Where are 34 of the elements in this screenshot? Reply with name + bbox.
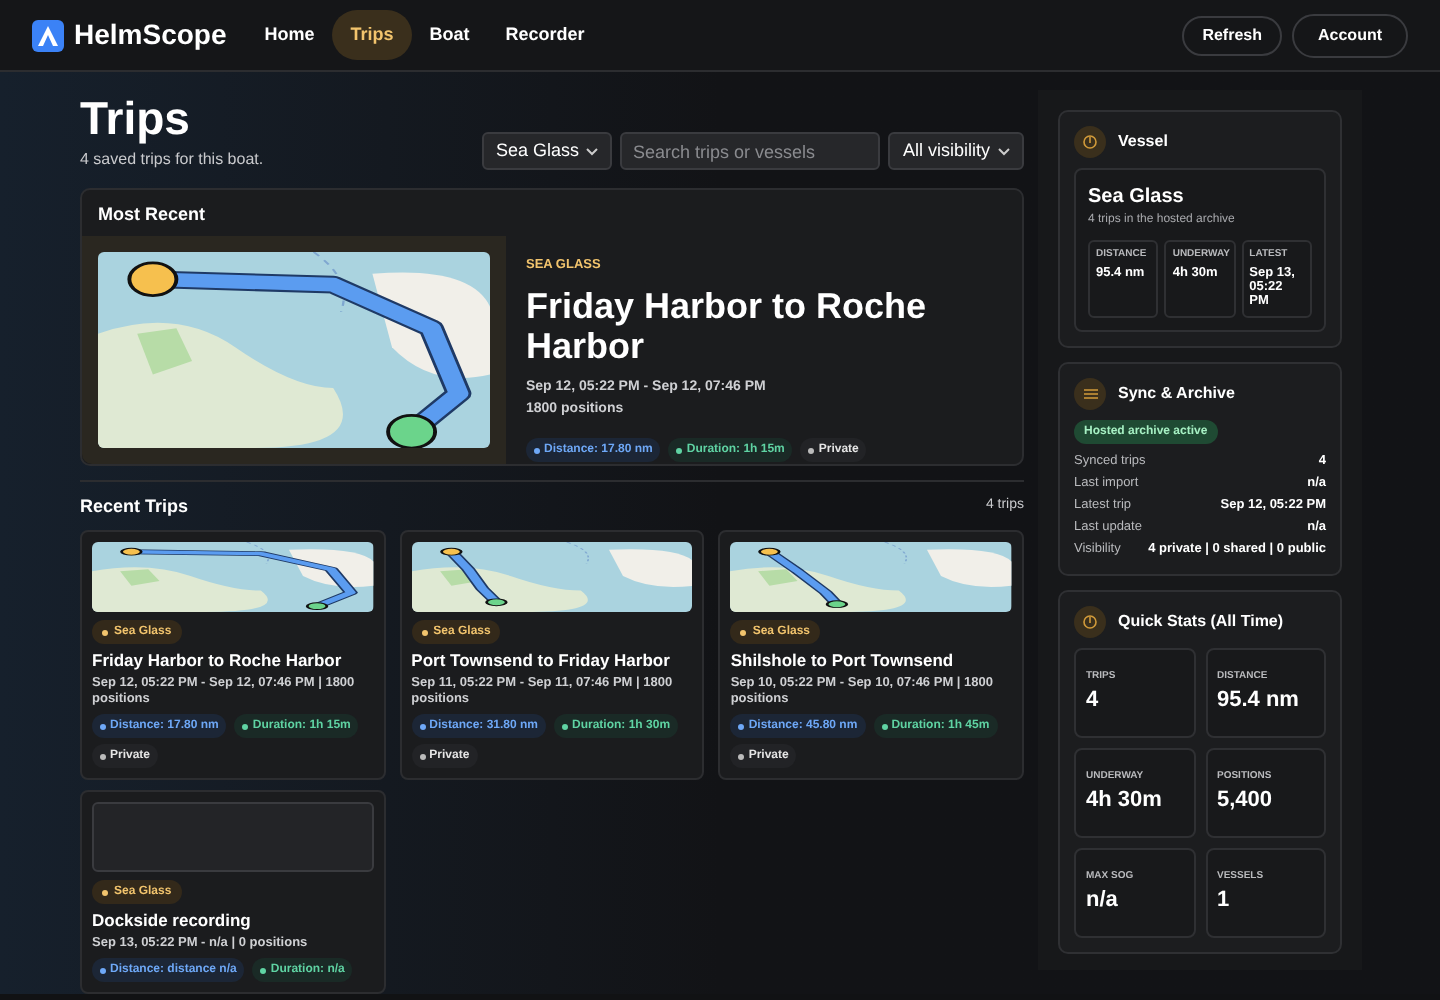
- nav-tab[interactable]: Trips: [332, 9, 412, 61]
- caret-icon: [998, 147, 1010, 155]
- list-icon: [1074, 378, 1106, 410]
- stat-value: 95.4 nm: [1217, 686, 1301, 716]
- stat-value: 1: [1217, 886, 1232, 916]
- page-title: Trips: [80, 92, 192, 144]
- power-icon: [1074, 126, 1106, 158]
- brand-name: HelmScope: [74, 16, 227, 54]
- trip-title: Friday Harbor to Roche Harbor: [526, 286, 929, 367]
- panel-heading: Sync & Archive: [1118, 382, 1235, 406]
- trip-title: Port Townsend to Friday Harbor: [411, 650, 672, 670]
- nav-button[interactable]: Refresh: [1182, 15, 1282, 55]
- caret-icon: [586, 147, 599, 155]
- stat-value: 5,400: [1217, 786, 1275, 816]
- dropdown[interactable]: All visibility: [888, 132, 1024, 170]
- nav-button[interactable]: Account: [1292, 13, 1408, 57]
- stat-value: 4: [1086, 686, 1101, 716]
- panel-heading: Vessel: [1118, 130, 1168, 154]
- page-subtitle: 4 saved trips for this boat.: [80, 148, 264, 172]
- section-heading: Most Recent: [96, 202, 208, 228]
- nav-tab[interactable]: Boat: [411, 9, 488, 61]
- vessel-name: Sea Glass: [1088, 184, 1186, 212]
- stat-value: 4h 30m: [1086, 786, 1164, 816]
- trip-title: Shilshole to Port Townsend: [730, 650, 956, 670]
- panel-heading: Quick Stats (All Time): [1118, 610, 1284, 634]
- section-heading: Recent Trips: [80, 493, 189, 520]
- trip-title: Friday Harbor to Roche Harbor: [92, 650, 344, 670]
- trip-title: Dockside recording: [92, 910, 253, 930]
- search-field[interactable]: Search trips or vessels: [620, 132, 881, 170]
- logo-icon: [32, 19, 64, 51]
- nav-tab[interactable]: Home: [246, 9, 333, 61]
- stat-value: n/a: [1086, 886, 1120, 916]
- dropdown[interactable]: Sea Glass: [481, 132, 613, 170]
- nav-tab[interactable]: Recorder: [487, 9, 603, 61]
